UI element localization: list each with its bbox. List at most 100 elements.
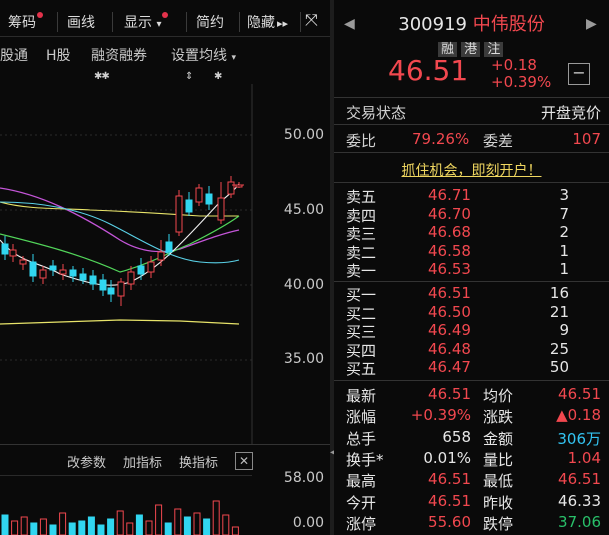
volume-bar bbox=[1, 514, 9, 535]
order-ratio-value: 79.26% bbox=[412, 130, 470, 148]
volume-bar bbox=[155, 504, 163, 535]
ask-price: 46.53 bbox=[428, 260, 471, 278]
ask-volume: 2 bbox=[559, 223, 569, 241]
bid-price: 46.48 bbox=[428, 339, 471, 358]
event-marker[interactable]: ✱ bbox=[214, 71, 222, 82]
chips-button[interactable]: 筹码 bbox=[8, 12, 43, 32]
stat-label: 涨停 bbox=[346, 514, 377, 533]
bid-volume: 9 bbox=[559, 321, 569, 339]
volume-bar bbox=[20, 516, 28, 535]
bid-price: 46.51 bbox=[428, 284, 471, 302]
stat-label: 总手 bbox=[346, 429, 377, 448]
bid-price: 46.50 bbox=[428, 302, 471, 321]
tab-h-share[interactable]: H股 bbox=[46, 45, 71, 65]
price-tick: 35.00 bbox=[283, 351, 324, 367]
price-tick: 45.00 bbox=[283, 202, 324, 218]
change-params-button[interactable]: 改参数 bbox=[67, 452, 106, 471]
volume-bar bbox=[87, 516, 95, 535]
price-change-pct: +0.39% bbox=[491, 73, 552, 91]
stat-label: 最低 bbox=[483, 472, 514, 491]
candle-body bbox=[127, 271, 135, 285]
stat-label: 今开 bbox=[346, 493, 377, 512]
candle-body bbox=[89, 275, 97, 285]
ask-price: 46.68 bbox=[428, 223, 471, 241]
candlestick-plot bbox=[0, 84, 253, 444]
notification-dot bbox=[162, 12, 169, 18]
event-marker[interactable]: ✱✱ bbox=[94, 71, 110, 82]
price-change: +0.18 bbox=[491, 56, 537, 74]
volume-bar bbox=[59, 512, 67, 535]
close-icon[interactable]: ✕ bbox=[235, 452, 253, 470]
volume-bar bbox=[212, 500, 220, 535]
event-marker[interactable]: ⇕ bbox=[185, 71, 193, 82]
candle-body bbox=[99, 279, 107, 291]
order-diff-value: 107 bbox=[572, 130, 601, 148]
candle-body bbox=[107, 287, 115, 295]
volume-bar bbox=[39, 518, 47, 535]
more-arrow-icon: ▸▸ bbox=[277, 17, 289, 30]
candle-body bbox=[59, 269, 67, 275]
stat-value: 46.51 bbox=[558, 470, 601, 489]
stat-value: +0.39% bbox=[410, 406, 471, 425]
bid-volume: 50 bbox=[549, 358, 569, 376]
display-button[interactable]: 显示 ▾ bbox=[124, 12, 169, 32]
candle-body bbox=[227, 181, 235, 195]
ask-volume: 1 bbox=[559, 241, 569, 260]
candle-body bbox=[205, 193, 213, 205]
add-indicator-button[interactable]: 加指标 bbox=[123, 452, 162, 471]
candle-body bbox=[39, 269, 47, 279]
volume-bar bbox=[68, 522, 76, 535]
simple-mode-button[interactable]: 简约 bbox=[196, 12, 224, 32]
volume-bar bbox=[222, 514, 230, 535]
volume-tick: 0.00 bbox=[292, 515, 324, 531]
stock-header: 300919 中伟股份 bbox=[334, 10, 609, 36]
open-account-link[interactable]: 抓住机会，即刻开户！ bbox=[334, 160, 609, 180]
dropdown-caret-icon: ▾ bbox=[231, 53, 236, 63]
volume-bar bbox=[203, 518, 211, 535]
switch-indicator-button[interactable]: 换指标 bbox=[179, 452, 218, 471]
order-diff-label: 委差 bbox=[483, 132, 514, 150]
volume-bars bbox=[1, 500, 239, 535]
stat-label: 最高 bbox=[346, 472, 377, 491]
volume-bar bbox=[11, 520, 19, 535]
bid-price: 46.47 bbox=[428, 358, 471, 376]
candle-body bbox=[9, 249, 17, 257]
order-ratio-label: 委比 bbox=[346, 132, 377, 150]
candle-body bbox=[157, 251, 165, 261]
ask-price: 46.71 bbox=[428, 186, 471, 204]
candle-body bbox=[217, 197, 225, 221]
chart-toolbar: 筹码 画线 显示 ▾ 简约 隐藏 ▸▸ ⤧ bbox=[0, 0, 330, 37]
tab-ma-settings[interactable]: 设置均线 ▾ bbox=[171, 45, 236, 65]
hide-button[interactable]: 隐藏 ▸▸ bbox=[247, 12, 288, 32]
bid-volume: 16 bbox=[549, 284, 569, 302]
volume-bar bbox=[164, 522, 172, 535]
tag-registration[interactable]: 注 bbox=[484, 42, 504, 57]
stat-value: 46.51 bbox=[558, 385, 601, 403]
stat-value: 46.51 bbox=[428, 470, 471, 489]
stat-value: 306万 bbox=[557, 429, 601, 448]
stock-name: 中伟股份 bbox=[472, 14, 545, 35]
bid-volume: 25 bbox=[549, 339, 569, 358]
trade-status-label: 交易状态 bbox=[346, 104, 407, 122]
stat-value: 46.33 bbox=[558, 491, 601, 510]
volume-tick: 58.00 bbox=[283, 470, 324, 486]
volume-bar bbox=[78, 520, 86, 535]
candle-body bbox=[137, 265, 145, 275]
stat-label: 金额 bbox=[483, 429, 514, 448]
volume-bar bbox=[231, 526, 239, 535]
volume-bar bbox=[183, 516, 191, 535]
tab-margin-trading[interactable]: 融资融券 bbox=[91, 45, 147, 65]
stat-value: ▲0.18 bbox=[556, 406, 601, 425]
minimize-icon[interactable]: − bbox=[568, 63, 590, 85]
kline-chart-panel: 筹码 画线 显示 ▾ 简约 隐藏 ▸▸ ⤧ 股通 H股 融资融券 设置均线 ▾ ✱… bbox=[0, 0, 330, 535]
expand-icon[interactable]: ⤧ bbox=[305, 10, 318, 30]
stat-label: 量比 bbox=[483, 450, 514, 469]
candle-body bbox=[175, 195, 183, 233]
ma-line-long bbox=[0, 319, 240, 325]
price-tick: 40.00 bbox=[283, 277, 324, 293]
draw-line-button[interactable]: 画线 bbox=[67, 12, 95, 32]
stat-label: 最新 bbox=[346, 387, 377, 405]
tab-hk-connect[interactable]: 股通 bbox=[0, 45, 28, 65]
stat-label: 均价 bbox=[483, 387, 514, 405]
stat-label: 昨收 bbox=[483, 493, 514, 512]
